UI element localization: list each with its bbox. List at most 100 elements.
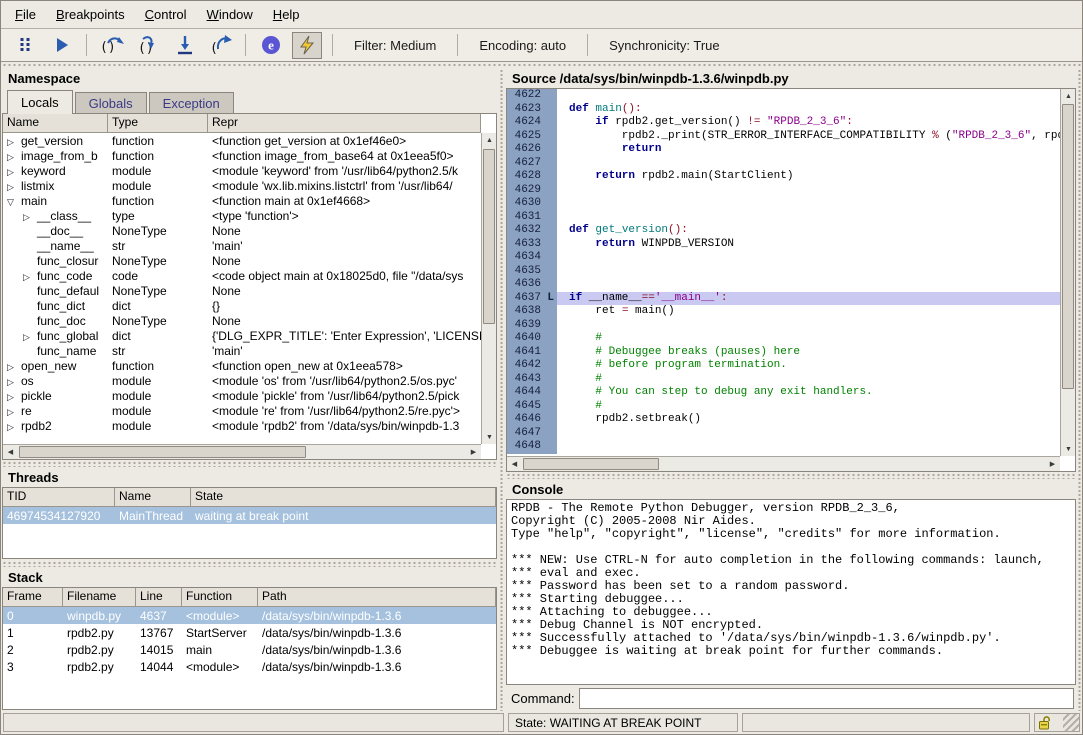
line-number[interactable]: 4637 L — [507, 291, 557, 305]
line-number[interactable]: 4632 — [507, 224, 557, 238]
scroll-left-icon[interactable]: ◀ — [3, 445, 18, 459]
scroll-down-icon[interactable]: ▼ — [482, 430, 496, 444]
splitter-source-console[interactable] — [505, 472, 1076, 479]
console-output[interactable]: RPDB - The Remote Python Debugger, versi… — [506, 499, 1076, 685]
namespace-row[interactable]: ▷ pickle module <module 'pickle' from '/usr… — [3, 388, 481, 403]
line-number[interactable]: 4631 — [507, 210, 557, 224]
encoding-button[interactable]: e — [256, 32, 286, 59]
namespace-row[interactable]: ▷ listmix module <module 'wx.lib.mixins.lis… — [3, 178, 481, 193]
namespace-row[interactable]: func_name str 'main' — [3, 343, 481, 358]
line-number[interactable]: 4635 — [507, 264, 557, 278]
scroll-down-icon[interactable]: ▼ — [1061, 442, 1075, 456]
stack-frame-row[interactable]: 2 rpdb2.py 14015 main/data/sys/bin/winpdb-1… — [3, 641, 496, 658]
splitter-vertical[interactable] — [498, 68, 505, 711]
line-number[interactable]: 4625 — [507, 129, 557, 143]
tab-locals[interactable]: Locals — [7, 90, 73, 114]
expand-icon[interactable]: ▷ — [7, 150, 21, 163]
column-header-name[interactable]: Name — [115, 488, 191, 506]
expand-icon[interactable]: ▷ — [7, 360, 21, 373]
namespace-row[interactable]: ▷ keyword module <module 'keyword' from '/u… — [3, 163, 481, 178]
scroll-right-icon[interactable]: ▶ — [1045, 457, 1060, 471]
namespace-row[interactable]: ▷ os module <module 'os' from '/usr/lib64/p… — [3, 373, 481, 388]
line-number[interactable]: 4647 — [507, 426, 557, 440]
line-number[interactable]: 4643 — [507, 372, 557, 386]
column-header-repr[interactable]: Repr — [208, 114, 481, 132]
line-number[interactable]: 4622 — [507, 89, 557, 103]
line-number[interactable]: 4638 — [507, 305, 557, 319]
line-number[interactable]: 4624 — [507, 116, 557, 130]
namespace-row[interactable]: ▷ re module <module 're' from '/usr/lib64/p… — [3, 403, 481, 418]
menu-window[interactable]: Window — [197, 2, 263, 27]
line-number[interactable]: 4642 — [507, 359, 557, 373]
line-number[interactable]: 4627 — [507, 156, 557, 170]
expand-icon[interactable]: ▷ — [7, 135, 21, 148]
menu-file[interactable]: File — [5, 2, 46, 27]
column-header-line[interactable]: Line — [136, 588, 182, 606]
collapse-icon[interactable]: ▽ — [7, 195, 21, 208]
line-number[interactable]: 4630 — [507, 197, 557, 211]
namespace-row[interactable]: __name__ str 'main' — [3, 238, 481, 253]
namespace-row[interactable]: ▷ image_from_b function <function image_fro… — [3, 148, 481, 163]
scroll-right-icon[interactable]: ▶ — [466, 445, 481, 459]
namespace-row[interactable]: func_closur NoneType None — [3, 253, 481, 268]
namespace-row[interactable]: __doc__ NoneType None — [3, 223, 481, 238]
thread-row[interactable]: 46974534127920 MainThread waiting at break… — [3, 507, 496, 524]
namespace-row[interactable]: ▽ main function <function main at 0x1ef4668… — [3, 193, 481, 208]
expand-icon[interactable]: ▷ — [7, 375, 21, 388]
menu-control[interactable]: Control — [135, 2, 197, 27]
expand-icon[interactable]: ▷ — [23, 210, 37, 223]
line-number[interactable]: 4629 — [507, 183, 557, 197]
splitter-namespace-threads[interactable] — [1, 460, 498, 467]
synchronicity-button[interactable] — [292, 31, 322, 59]
expand-icon[interactable]: ▷ — [7, 165, 21, 178]
namespace-row[interactable]: ▷ get_version function <function get_versio… — [3, 133, 481, 148]
stack-frame-row[interactable]: 3 rpdb2.py 14044 <module> /data/sys/bin/winp… — [3, 658, 496, 675]
line-number[interactable]: 4636 — [507, 278, 557, 292]
expand-icon[interactable]: ▷ — [7, 405, 21, 418]
source-editor[interactable]: 4622 4623 def main(): 4624 if rpdb2.get_ver… — [506, 88, 1076, 472]
namespace-row[interactable]: ▷ __class__ type <type 'function'> — [3, 208, 481, 223]
splitter-threads-stack[interactable] — [1, 560, 498, 567]
resize-grip[interactable] — [1063, 714, 1079, 731]
goto-button[interactable]: ( — [205, 32, 235, 59]
menu-breakpoints[interactable]: Breakpoints — [46, 2, 135, 27]
namespace-row[interactable]: func_defaul NoneType None — [3, 283, 481, 298]
expand-icon[interactable]: ▷ — [7, 420, 21, 433]
namespace-vscrollbar[interactable]: ▲ ▼ — [481, 133, 496, 444]
namespace-row[interactable]: ▷ func_code code <code object main at 0x180… — [3, 268, 481, 283]
line-number[interactable]: 4623 — [507, 102, 557, 116]
column-header-name[interactable]: Name — [3, 114, 108, 132]
namespace-row[interactable]: ▷ open_new function <function open_new at 0… — [3, 358, 481, 373]
namespace-row[interactable]: ▷ func_global dict {'DLG_EXPR_TITLE': 'Ente… — [3, 328, 481, 343]
line-number[interactable]: 4628 — [507, 170, 557, 184]
expand-icon[interactable]: ▷ — [23, 330, 37, 343]
line-number[interactable]: 4639 — [507, 318, 557, 332]
scroll-left-icon[interactable]: ◀ — [507, 457, 522, 471]
column-header-function[interactable]: Function — [182, 588, 258, 606]
scroll-up-icon[interactable]: ▲ — [482, 133, 496, 147]
expand-icon[interactable]: ▷ — [23, 270, 37, 283]
line-number[interactable]: 4626 — [507, 143, 557, 157]
return-button[interactable] — [169, 32, 199, 59]
tab-globals[interactable]: Globals — [74, 92, 147, 114]
menu-help[interactable]: Help — [263, 2, 310, 27]
namespace-row[interactable]: ▷ rpdb2 module <module 'rpdb2' from '/data/… — [3, 418, 481, 433]
tab-exception[interactable]: Exception — [148, 92, 234, 114]
line-number[interactable]: 4644 — [507, 386, 557, 400]
line-number[interactable]: 4640 — [507, 332, 557, 346]
column-header-tid[interactable]: TID — [3, 488, 115, 506]
stack-frame-row[interactable]: 1 rpdb2.py 13767 StartServer/data/sys/bin/w… — [3, 624, 496, 641]
command-input[interactable] — [578, 687, 1074, 709]
line-number[interactable]: 4641 — [507, 345, 557, 359]
expand-icon[interactable]: ▷ — [7, 390, 21, 403]
line-number[interactable]: 4646 — [507, 413, 557, 427]
source-hscrollbar[interactable]: ◀ ▶ — [507, 456, 1060, 471]
column-header-path[interactable]: Path — [258, 588, 496, 606]
next-button[interactable]: () — [97, 32, 127, 59]
line-number[interactable]: 4648 — [507, 440, 557, 454]
source-vscrollbar[interactable]: ▲ ▼ — [1060, 89, 1075, 456]
namespace-hscrollbar[interactable]: ◀ ▶ — [3, 444, 481, 459]
line-number[interactable]: 4633 — [507, 237, 557, 251]
column-header-filename[interactable]: Filename — [63, 588, 136, 606]
step-button[interactable]: () — [133, 32, 163, 59]
